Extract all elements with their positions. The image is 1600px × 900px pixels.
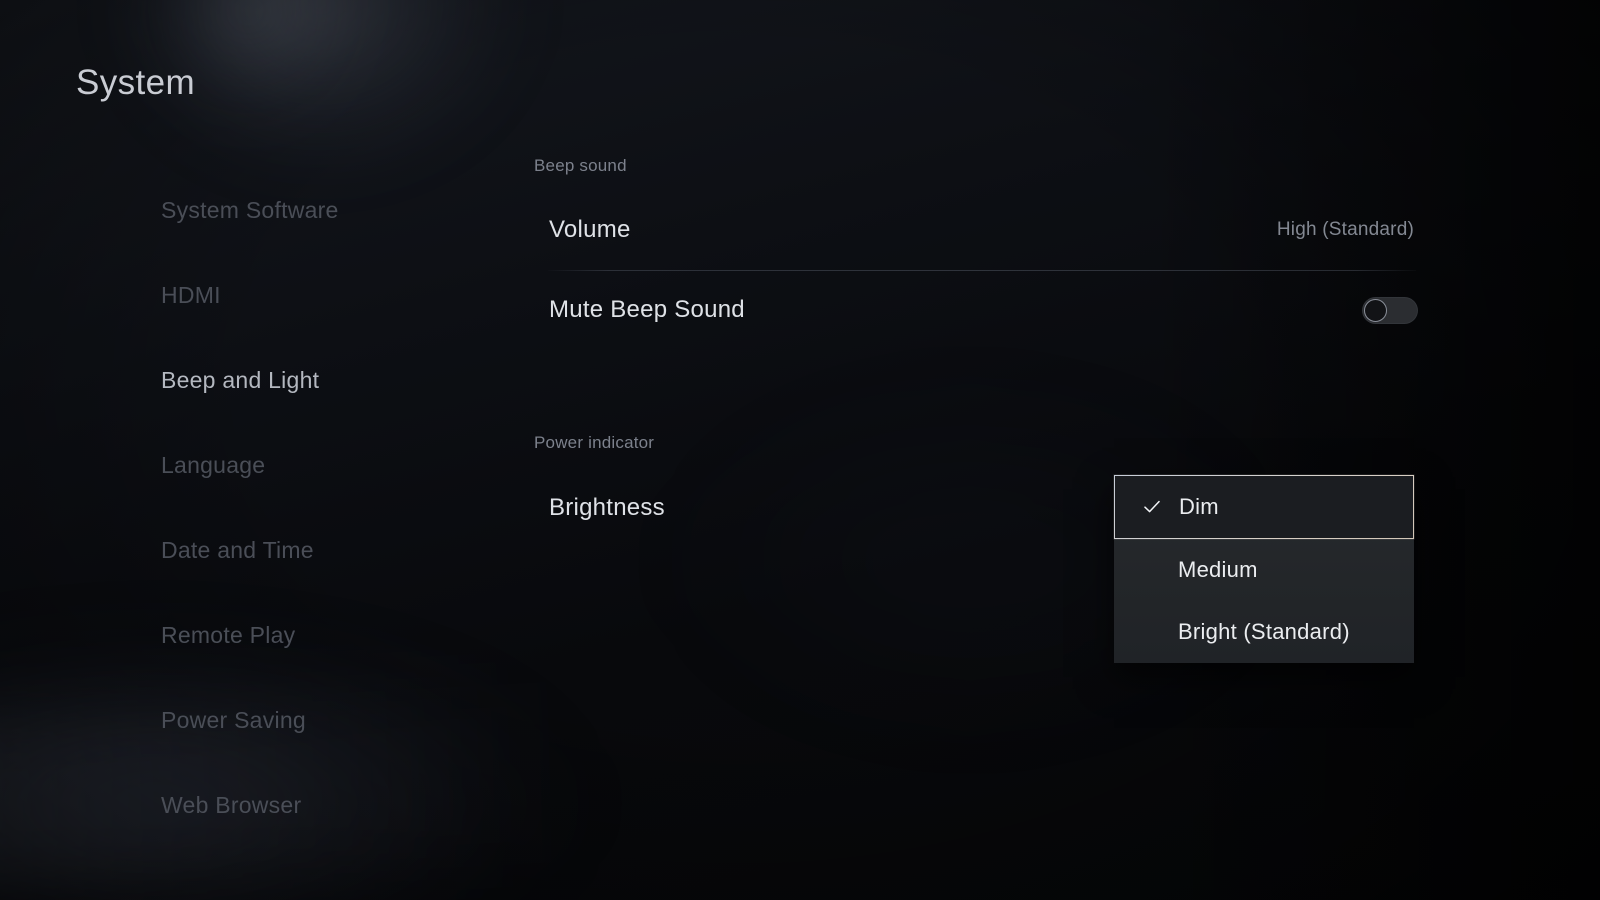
dropdown-option-medium[interactable]: Medium xyxy=(1114,539,1414,601)
sidebar-item-label: Power Saving xyxy=(161,707,306,733)
sidebar-item-beep-and-light[interactable]: Beep and Light xyxy=(0,338,460,423)
toggle-knob xyxy=(1364,298,1387,322)
dropdown-option-bright-standard[interactable]: Bright (Standard) xyxy=(1114,601,1414,663)
sidebar-item-label: Date and Time xyxy=(161,537,314,563)
volume-value: High (Standard) xyxy=(1276,219,1414,240)
sidebar-item-web-browser[interactable]: Web Browser xyxy=(0,763,460,848)
sidebar-item-label: Language xyxy=(161,452,266,478)
sidebar-item-label: HDMI xyxy=(161,282,221,308)
sidebar-item-hdmi[interactable]: HDMI xyxy=(0,253,460,338)
brightness-label: Brightness xyxy=(549,494,665,521)
mute-beep-sound-toggle[interactable] xyxy=(1362,296,1418,324)
settings-content: Beep sound Volume High (Standard) Mute B… xyxy=(534,0,1418,900)
sidebar-item-date-and-time[interactable]: Date and Time xyxy=(0,508,460,593)
dropdown-option-label: Medium xyxy=(1178,557,1258,582)
setting-row-mute-beep-sound[interactable]: Mute Beep Sound xyxy=(534,279,1418,341)
mute-beep-sound-label: Mute Beep Sound xyxy=(549,296,745,323)
page-title: System xyxy=(76,63,196,102)
group-label-power-indicator: Power indicator xyxy=(534,433,655,452)
sidebar-item-system-software[interactable]: System Software xyxy=(0,168,460,253)
sidebar-item-label: Web Browser xyxy=(161,792,302,818)
row-divider xyxy=(548,270,1416,271)
sidebar-item-power-saving[interactable]: Power Saving xyxy=(0,678,460,763)
group-label-beep-sound: Beep sound xyxy=(534,156,627,175)
dropdown-option-label: Dim xyxy=(1179,494,1219,519)
sidebar-nav: System Software HDMI Beep and Light Lang… xyxy=(0,168,460,848)
sidebar-item-label: Remote Play xyxy=(161,622,296,648)
ps5-system-settings-screen: System System Software HDMI Beep and Lig… xyxy=(0,0,1600,900)
volume-label: Volume xyxy=(549,216,631,243)
setting-row-volume[interactable]: Volume High (Standard) xyxy=(534,199,1418,261)
dropdown-option-label: Bright (Standard) xyxy=(1178,619,1350,644)
brightness-dropdown-menu[interactable]: Dim Medium Bright (Standard) xyxy=(1114,475,1414,663)
sidebar-item-remote-play[interactable]: Remote Play xyxy=(0,593,460,678)
sidebar-item-label: System Software xyxy=(161,197,339,223)
check-icon xyxy=(1142,497,1162,517)
sidebar-item-language[interactable]: Language xyxy=(0,423,460,508)
dropdown-option-dim[interactable]: Dim xyxy=(1114,475,1414,539)
sidebar-item-label: Beep and Light xyxy=(161,367,320,393)
